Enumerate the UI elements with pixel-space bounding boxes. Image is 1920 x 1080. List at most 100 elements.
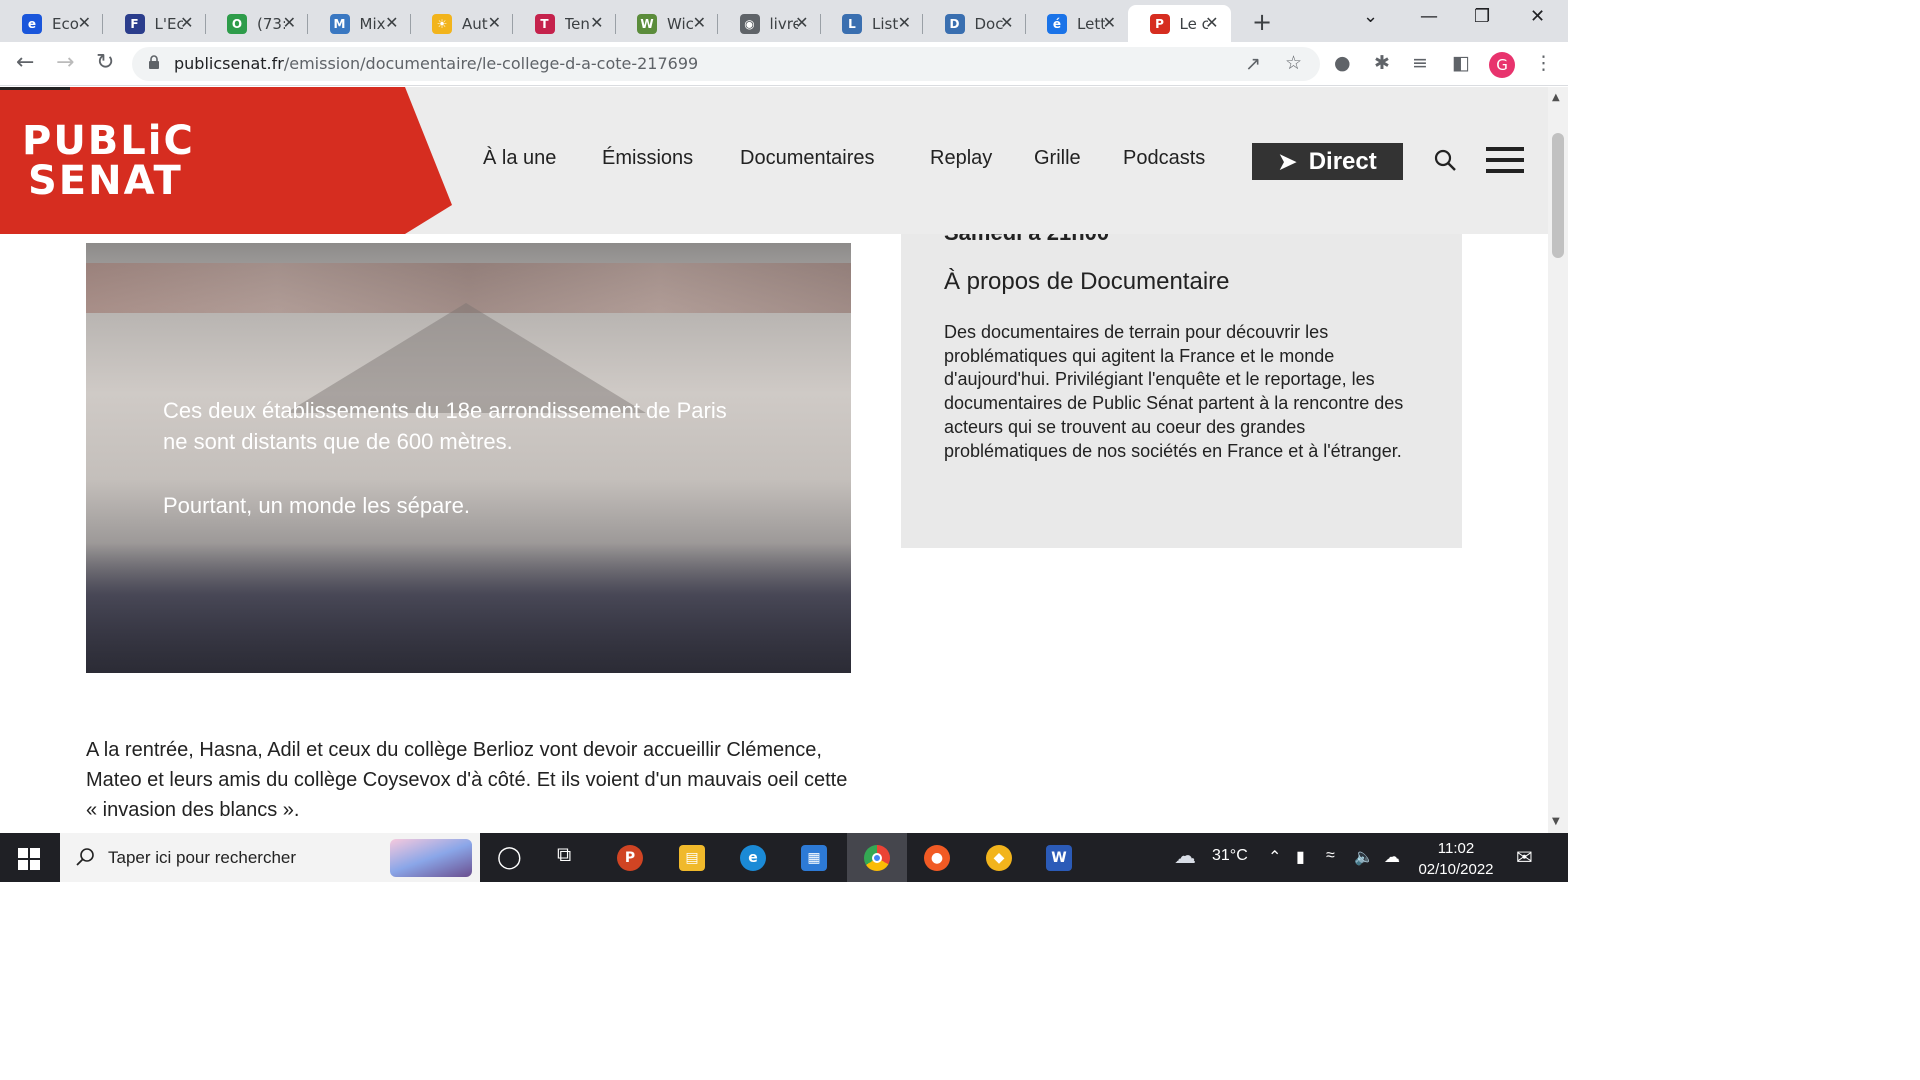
tab-title: Mix xyxy=(359,14,386,33)
side-panel-icon[interactable]: ◧ xyxy=(1452,52,1470,74)
tab-close-icon[interactable]: ✕ xyxy=(590,13,603,32)
extensions-puzzle-icon[interactable]: ✱ xyxy=(1374,52,1390,74)
cortana-icon[interactable]: ◯ xyxy=(497,844,522,870)
extension-color-icon[interactable]: ● xyxy=(1334,52,1351,74)
taskbar-search-box[interactable]: Taper ici pour rechercher xyxy=(60,833,480,882)
tab-close-icon[interactable]: ✕ xyxy=(1000,13,1013,32)
word-icon[interactable]: W xyxy=(1046,845,1072,871)
tab[interactable]: ☀ Aut ✕ xyxy=(410,5,513,42)
back-button[interactable]: ← xyxy=(16,50,34,75)
tab[interactable]: ◉ livre ✕ xyxy=(718,5,821,42)
microsoft-store-icon[interactable]: ▦ xyxy=(801,845,827,871)
new-tab-button[interactable]: + xyxy=(1252,8,1272,36)
tab-title: L'Ec xyxy=(154,14,183,33)
tab-favicon-icon: ◉ xyxy=(739,13,760,34)
tab-close-icon[interactable]: ✕ xyxy=(488,13,501,32)
edge-icon[interactable]: e xyxy=(740,845,766,871)
tab[interactable]: é Lett ✕ xyxy=(1025,5,1128,42)
tab-favicon-icon: M xyxy=(329,13,350,34)
tab[interactable]: L List ✕ xyxy=(820,5,923,42)
url-host: publicsenat.fr xyxy=(174,54,284,73)
nav-emissions[interactable]: Émissions xyxy=(602,147,693,170)
weather-temperature[interactable]: 31°C xyxy=(1212,847,1248,865)
windows-start-icon[interactable] xyxy=(18,848,40,870)
scrollbar-thumb[interactable] xyxy=(1552,133,1564,258)
tab-title: Aut xyxy=(462,14,488,33)
tab[interactable]: D Doc ✕ xyxy=(923,5,1026,42)
hamburger-menu-icon[interactable] xyxy=(1486,147,1524,173)
address-bar[interactable]: publicsenat.fr/emission/documentaire/le-… xyxy=(132,47,1320,81)
battery-icon[interactable]: ▮ xyxy=(1296,847,1305,867)
restore-icon[interactable]: ❐ xyxy=(1474,6,1490,27)
onedrive-icon[interactable]: ☁ xyxy=(1384,847,1400,867)
tab-close-icon[interactable]: ✕ xyxy=(283,13,296,32)
tab-close-icon[interactable]: ✕ xyxy=(78,13,91,32)
video-background-crowd xyxy=(86,543,851,673)
synopsis-paragraph: A la rentrée, Hasna, Adil et ceux du col… xyxy=(86,739,848,821)
browser-menu-icon[interactable]: ⋮ xyxy=(1534,52,1553,74)
direct-label: Direct xyxy=(1308,147,1377,175)
caption-line-3: Pourtant, un monde les sépare. xyxy=(163,493,470,518)
search-icon[interactable] xyxy=(1434,149,1458,173)
tab-search-icon[interactable]: ⌄ xyxy=(1363,6,1378,27)
tab-title: Ten xyxy=(564,14,590,33)
profile-avatar[interactable]: G xyxy=(1489,52,1515,78)
tab-close-icon[interactable]: ✕ xyxy=(1205,13,1218,32)
tab-close-icon[interactable]: ✕ xyxy=(898,13,911,32)
close-window-icon[interactable]: ✕ xyxy=(1530,6,1545,27)
firefox-icon[interactable]: ● xyxy=(924,845,950,871)
nav-grille[interactable]: Grille xyxy=(1034,147,1081,170)
weather-cloud-icon[interactable]: ☁ xyxy=(1174,843,1196,869)
wifi-icon[interactable]: ≈ xyxy=(1326,847,1335,865)
security-shield-icon[interactable]: ◆ xyxy=(986,845,1012,871)
tab-close-icon[interactable]: ✕ xyxy=(385,13,398,32)
nav-replay[interactable]: Replay xyxy=(930,147,992,170)
synopsis-text: A la rentrée, Hasna, Adil et ceux du col… xyxy=(86,735,856,825)
tab[interactable]: O (73: ✕ xyxy=(205,5,308,42)
system-clock[interactable]: 11:02 02/10/2022 xyxy=(1416,838,1496,880)
tab-close-icon[interactable]: ✕ xyxy=(795,13,808,32)
caption-line-1: Ces deux établissements du 18e arrondiss… xyxy=(163,398,727,423)
nav-documentaires[interactable]: Documentaires xyxy=(740,147,875,170)
forward-button[interactable]: → xyxy=(56,50,74,75)
tab-favicon-icon: e xyxy=(22,13,42,34)
share-icon[interactable]: ↗ xyxy=(1245,53,1261,75)
tab[interactable]: e Ecol ✕ xyxy=(0,5,103,42)
tab-close-icon[interactable]: ✕ xyxy=(693,13,706,32)
public-senat-logo[interactable]: PUBLiC SENAT xyxy=(22,121,195,201)
tab-title: Ecol xyxy=(52,14,80,33)
clock-time: 11:02 xyxy=(1437,840,1475,857)
reload-button[interactable]: ↻ xyxy=(96,50,114,75)
tab-close-icon[interactable]: ✕ xyxy=(180,13,193,32)
tab-active[interactable]: P Le c ✕ xyxy=(1127,5,1231,42)
nav-a-la-une[interactable]: À la une xyxy=(483,147,556,170)
scroll-down-icon[interactable]: ▼ xyxy=(1552,816,1560,827)
notifications-icon[interactable]: ✉ xyxy=(1516,845,1533,870)
powerpoint-icon[interactable]: P xyxy=(617,845,643,871)
tab-title: Le c xyxy=(1179,14,1208,33)
media-queue-icon[interactable]: ≡ xyxy=(1412,52,1428,74)
tab[interactable]: F L'Ec ✕ xyxy=(103,5,206,42)
chrome-icon[interactable] xyxy=(864,845,890,871)
minimize-icon[interactable]: — xyxy=(1420,6,1438,27)
video-player[interactable]: Ces deux établissements du 18e arrondiss… xyxy=(86,243,851,673)
tab-close-icon[interactable]: ✕ xyxy=(1103,13,1116,32)
direct-button[interactable]: ➤ Direct xyxy=(1252,143,1403,180)
tab-favicon-icon: T xyxy=(534,13,555,34)
play-arrow-icon: ➤ xyxy=(1278,148,1297,174)
scroll-up-icon[interactable]: ▲ xyxy=(1552,92,1560,103)
video-caption: Ces deux établissements du 18e arrondiss… xyxy=(163,395,727,554)
tab[interactable]: M Mix ✕ xyxy=(308,5,411,42)
search-icon xyxy=(76,848,94,866)
tab[interactable]: T Ten ✕ xyxy=(513,5,616,42)
volume-icon[interactable]: 🔈 xyxy=(1354,847,1374,867)
taskbar-search-placeholder: Taper ici pour rechercher xyxy=(108,848,297,867)
show-hidden-icons-icon[interactable]: ⌃ xyxy=(1268,847,1281,867)
file-explorer-icon[interactable]: ▤ xyxy=(679,845,705,871)
task-view-icon[interactable]: ⧉ xyxy=(557,844,571,867)
bookmark-star-icon[interactable]: ☆ xyxy=(1285,52,1302,74)
page-scrollbar[interactable]: ▲ ▼ xyxy=(1548,87,1568,833)
tab[interactable]: W Wic ✕ xyxy=(615,5,718,42)
nav-podcasts[interactable]: Podcasts xyxy=(1123,147,1205,170)
tab-favicon-icon: P xyxy=(1149,13,1170,34)
